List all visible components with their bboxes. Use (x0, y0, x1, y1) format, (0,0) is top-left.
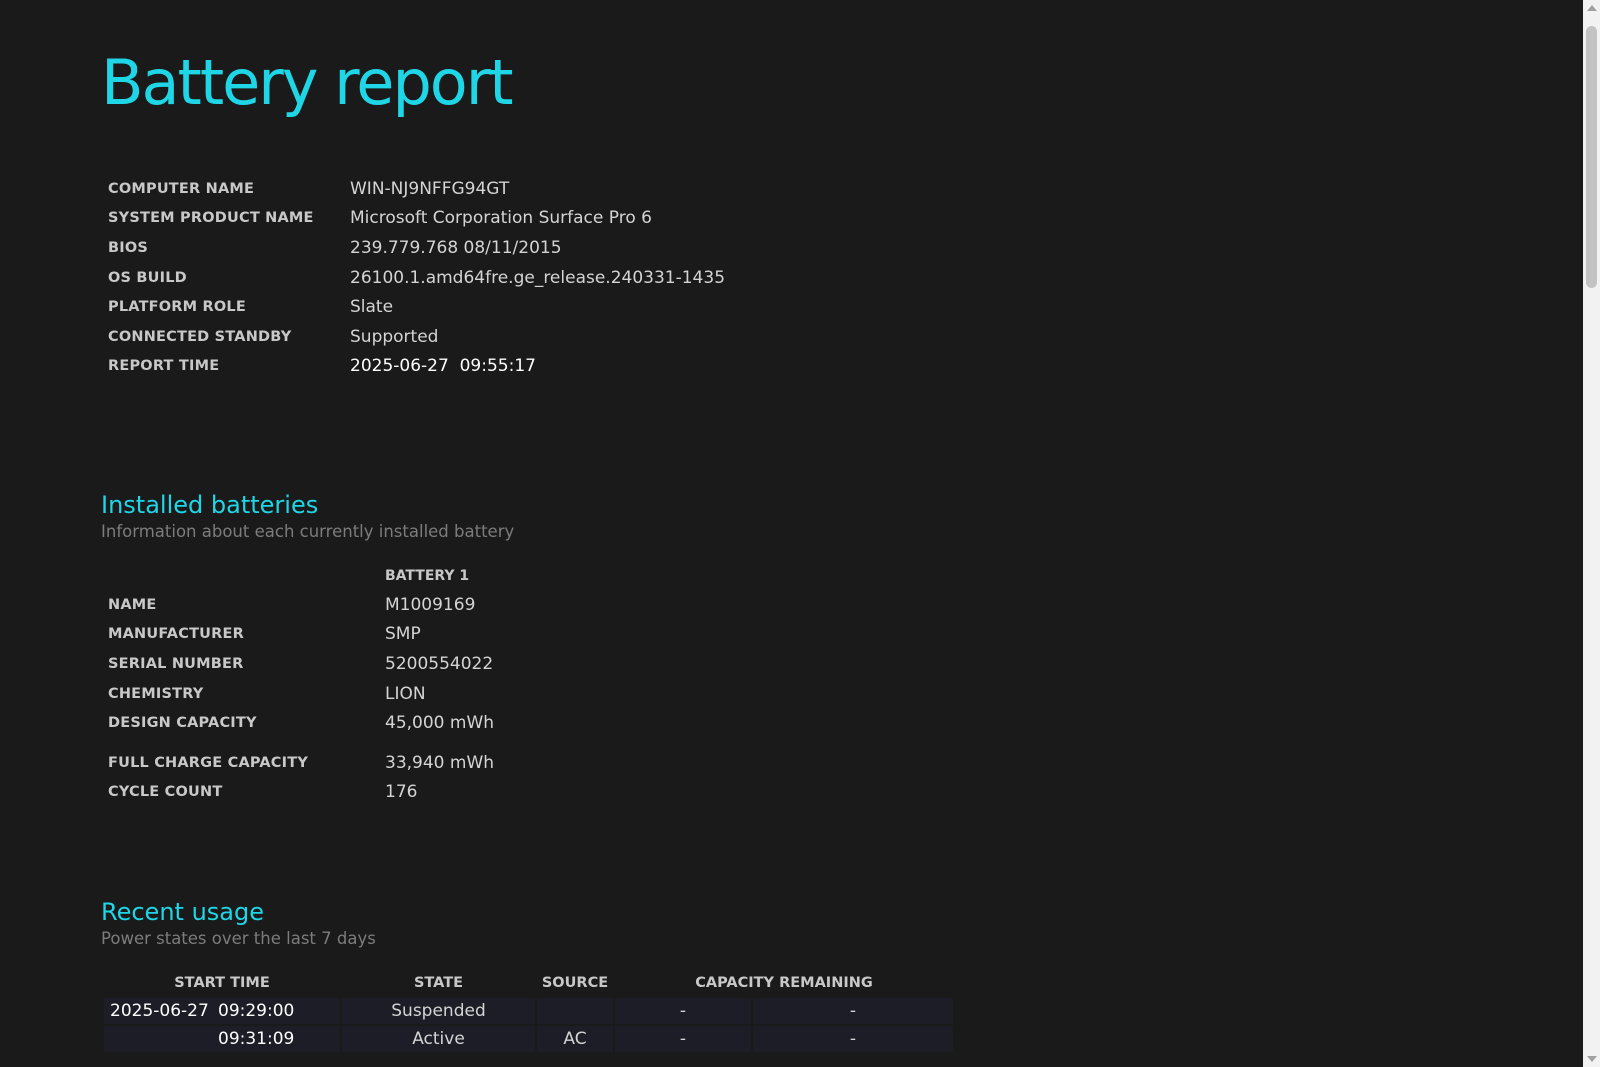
installed-batteries-heading: Installed batteries (101, 491, 319, 519)
battery-info-row: DESIGN CAPACITY 45,000 mWh (101, 708, 501, 738)
start-time-header: START TIME (174, 975, 270, 991)
serial-number-value: 5200554022 (385, 653, 494, 674)
cycle-count-label: CYCLE COUNT (108, 784, 223, 801)
page-title: Battery report (101, 46, 514, 119)
battery-header-row: BATTERY 1 (101, 562, 501, 590)
os-build-value: 26100.1.amd64fre.ge_release.240331-1435 (350, 267, 726, 288)
state-header: STATE (413, 975, 464, 991)
battery-name-label: NAME (108, 596, 157, 613)
platform-role-label: PLATFORM ROLE (108, 299, 246, 316)
installed-batteries-subtitle: Information about each currently install… (101, 522, 515, 541)
usage-capacity-mwh: - (753, 998, 953, 1024)
installed-batteries-table: BATTERY 1 NAME M1009169 MANUFACTURER SMP… (101, 562, 501, 807)
usage-capacity-percent: - (615, 998, 751, 1024)
usage-capacity-percent: - (615, 1026, 751, 1052)
serial-number-label: SERIAL NUMBER (108, 655, 244, 672)
computer-name-label: COMPUTER NAME (108, 180, 255, 197)
manufacturer-label: MANUFACTURER (108, 626, 244, 643)
battery-info-row: NAME M1009169 (101, 590, 501, 620)
usage-capacity-mwh: - (753, 1026, 953, 1052)
usage-state: Active (342, 1026, 535, 1052)
usage-start-time: 2025-06-27 09:29:00 (104, 998, 340, 1024)
connected-standby-label: CONNECTED STANDBY (108, 328, 292, 345)
manufacturer-value: SMP (385, 624, 421, 645)
system-info-row: REPORT TIME 2025-06-27 09:55:17 (101, 352, 732, 382)
system-product-name-label: SYSTEM PRODUCT NAME (108, 210, 314, 227)
system-info-table: COMPUTER NAME WIN-NJ9NFFG94GT SYSTEM PRO… (101, 174, 732, 381)
battery-name-value: M1009169 (385, 594, 476, 615)
bios-label: BIOS (108, 239, 149, 256)
recent-usage-table: START TIME STATE SOURCE CAPACITY REMAINI… (102, 968, 955, 1054)
system-info-row: COMPUTER NAME WIN-NJ9NFFG94GT (101, 174, 732, 204)
cycle-count-value: 176 (385, 782, 418, 803)
os-build-label: OS BUILD (108, 269, 187, 286)
system-product-name-value: Microsoft Corporation Surface Pro 6 (350, 208, 652, 229)
battery-info-row: MANUFACTURER SMP (101, 620, 501, 650)
battery-report-page: Battery report COMPUTER NAME WIN-NJ9NFFG… (0, 0, 1583, 1067)
battery-1-column-header: BATTERY 1 (385, 568, 470, 584)
system-info-row: BIOS 239.779.768 08/11/2015 (101, 233, 732, 263)
scroll-down-arrow-icon[interactable] (1587, 1056, 1597, 1062)
capacity-remaining-header: CAPACITY REMAINING (695, 975, 873, 991)
usage-start-clock: 09:31:09 (218, 1029, 295, 1049)
full-charge-capacity-label: FULL CHARGE CAPACITY (108, 754, 309, 771)
usage-header-row: START TIME STATE SOURCE CAPACITY REMAINI… (104, 970, 953, 996)
system-info-row: CONNECTED STANDBY Supported (101, 322, 732, 352)
usage-row: 09:31:09 Active AC - - (104, 1026, 953, 1052)
design-capacity-value: 45,000 mWh (385, 713, 495, 734)
bios-value: 239.779.768 08/11/2015 (350, 237, 562, 258)
usage-start-clock: 09:29:00 (218, 1001, 295, 1021)
chemistry-value: LION (385, 683, 426, 704)
usage-source (537, 998, 613, 1024)
chemistry-label: CHEMISTRY (108, 685, 204, 702)
scrollbar-thumb[interactable] (1586, 26, 1597, 288)
scroll-up-arrow-icon[interactable] (1587, 5, 1597, 11)
computer-name-value: WIN-NJ9NFFG94GT (350, 178, 510, 199)
battery-info-row: SERIAL NUMBER 5200554022 (101, 649, 501, 679)
battery-info-row: FULL CHARGE CAPACITY 33,940 mWh (101, 748, 501, 778)
recent-usage-subtitle: Power states over the last 7 days (101, 929, 376, 948)
system-info-row: PLATFORM ROLE Slate (101, 292, 732, 322)
usage-row: 2025-06-27 09:29:00 Suspended - - (104, 998, 953, 1024)
design-capacity-label: DESIGN CAPACITY (108, 715, 257, 732)
usage-start-date: 2025-06-27 (110, 1001, 209, 1021)
usage-source: AC (537, 1026, 613, 1052)
connected-standby-value: Supported (350, 326, 439, 347)
system-info-row: SYSTEM PRODUCT NAME Microsoft Corporatio… (101, 204, 732, 234)
usage-state: Suspended (342, 998, 535, 1024)
report-time-label: REPORT TIME (108, 358, 220, 375)
vertical-scrollbar[interactable] (1583, 0, 1600, 1067)
platform-role-value: Slate (350, 297, 394, 318)
system-info-row: OS BUILD 26100.1.amd64fre.ge_release.240… (101, 263, 732, 293)
usage-start-time: 09:31:09 (104, 1026, 340, 1052)
full-charge-capacity-value: 33,940 mWh (385, 752, 495, 773)
battery-info-row: CHEMISTRY LION (101, 679, 501, 709)
recent-usage-heading: Recent usage (101, 898, 264, 926)
source-header: SOURCE (541, 975, 609, 991)
battery-info-row: CYCLE COUNT 176 (101, 778, 501, 808)
report-time-value: 2025-06-27 09:55:17 (350, 356, 536, 377)
